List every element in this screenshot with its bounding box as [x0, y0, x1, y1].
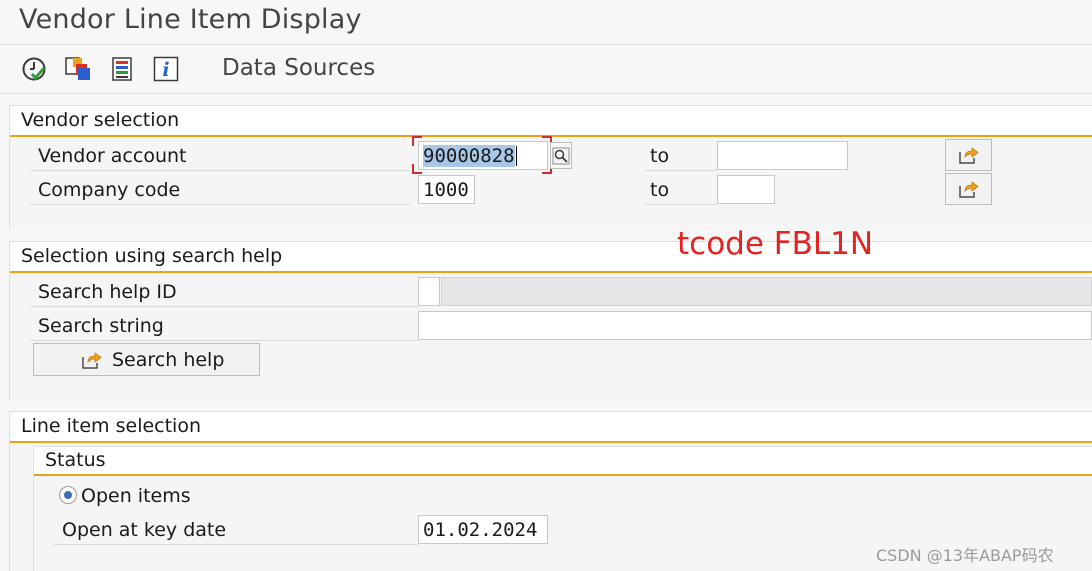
- row-divider: [30, 204, 410, 205]
- watermark-text: CSDN @13年ABAP码农: [876, 546, 1054, 565]
- line-item-selection-header: Line item selection: [10, 412, 1092, 443]
- row-divider: [54, 544, 418, 545]
- multiple-selection-icon: [958, 181, 979, 198]
- copy-sources-icon[interactable]: [64, 55, 92, 83]
- status-title: Status: [45, 449, 106, 471]
- vendor-selection-header: Vendor selection: [10, 106, 1092, 137]
- search-help-id-input[interactable]: [418, 277, 440, 306]
- svg-text:i: i: [162, 59, 169, 81]
- row-divider: [30, 340, 418, 341]
- company-code-input[interactable]: 1000: [418, 175, 475, 204]
- vendor-account-to-input[interactable]: [717, 141, 848, 170]
- info-icon[interactable]: i: [152, 55, 180, 83]
- open-at-key-date-label: Open at key date: [62, 519, 227, 541]
- open-items-label: Open items: [81, 485, 191, 507]
- annotation-text: tcode FBL1N: [677, 226, 874, 262]
- search-help-header: Selection using search help: [10, 242, 1092, 273]
- row-divider: [30, 306, 418, 307]
- row-divider: [645, 204, 717, 205]
- search-icon: [552, 147, 570, 164]
- search-help-title: Selection using search help: [21, 245, 283, 267]
- search-string-input[interactable]: [418, 311, 1092, 340]
- company-code-label: Company code: [38, 179, 181, 201]
- multiple-selection-icon: [958, 147, 979, 164]
- list-icon[interactable]: [108, 55, 136, 83]
- execute-clock-icon[interactable]: [20, 55, 48, 83]
- multiple-selection-button[interactable]: [945, 173, 992, 205]
- company-code-to-label: to: [650, 179, 670, 201]
- vendor-selection-title: Vendor selection: [21, 109, 180, 131]
- row-divider: [30, 170, 410, 171]
- search-help-button[interactable]: Search help: [33, 343, 260, 376]
- page-title: Vendor Line Item Display: [19, 4, 362, 35]
- vendor-account-to-label: to: [650, 145, 670, 167]
- open-items-radio[interactable]: [59, 486, 77, 504]
- open-at-key-date-input[interactable]: 01.02.2024: [418, 515, 548, 544]
- status-header: Status: [34, 447, 1092, 476]
- radio-selected-dot: [64, 491, 72, 499]
- search-help-id-label: Search help ID: [38, 281, 177, 303]
- data-sources-button[interactable]: Data Sources: [222, 55, 375, 81]
- search-help-description-field: [441, 277, 1092, 306]
- focus-frame: [412, 136, 552, 174]
- vendor-account-label: Vendor account: [38, 145, 187, 167]
- search-help-arrow-icon: [82, 351, 102, 369]
- value-help-button[interactable]: [550, 142, 572, 169]
- line-item-selection-title: Line item selection: [21, 415, 201, 437]
- row-divider: [645, 170, 717, 171]
- multiple-selection-button[interactable]: [945, 139, 992, 171]
- title-divider: [0, 44, 1092, 45]
- search-help-button-label: Search help: [112, 348, 225, 371]
- company-code-to-input[interactable]: [717, 175, 775, 204]
- toolbar-divider: [0, 93, 1092, 94]
- search-string-label: Search string: [38, 315, 164, 337]
